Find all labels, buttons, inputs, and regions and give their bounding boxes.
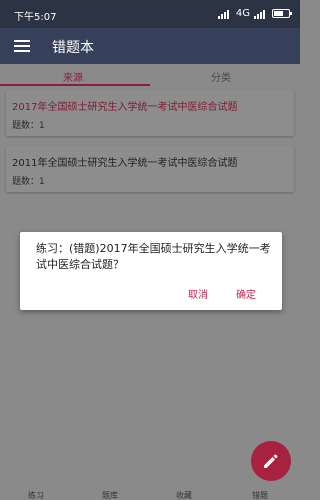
edit-fab-button[interactable] [251,441,291,481]
nav-item-wrong[interactable]: 错题 [252,490,268,500]
pencil-icon [264,454,278,468]
list-item-count: 题数：1 [12,121,45,131]
battery-icon [272,9,292,18]
status-time: 下午5:07 [14,12,57,23]
tab-bar: 来源 分类 [0,64,300,86]
ok-button[interactable]: 确定 [236,286,256,301]
nav-item-practice[interactable]: 练习 [28,490,44,500]
confirm-dialog: 练习：(错题)2017年全国硕士研究生入学统一考试中医综合试题？ 取消 确定 [20,232,282,310]
nav-item-bank[interactable]: 题库 [102,490,118,500]
dialog-message: 练习：(错题)2017年全国硕士研究生入学统一考试中医综合试题？ [36,242,271,271]
signal-icon-2 [254,9,268,19]
list-item[interactable]: 2011年全国硕士研究生入学统一考试中医综合试题 题数：1 [6,146,294,192]
list-item-title: 2011年全国硕士研究生入学统一考试中医综合试题 [12,158,238,169]
menu-icon[interactable] [14,40,30,52]
status-icons: 4G [217,8,292,19]
nav-item-favorites[interactable]: 收藏 [176,490,192,500]
tab-category[interactable]: 分类 [211,69,231,84]
tab-indicator [0,84,150,86]
list-item-title: 2017年全国硕士研究生入学统一考试中医综合试题 [12,102,238,113]
status-bar: 下午5:07 4G [0,0,300,28]
list-item-count: 题数：1 [12,177,45,187]
page-title: 错题本 [52,40,94,56]
app-bar: 错题本 [0,28,300,64]
network-type: 4G [235,8,250,19]
signal-icon [217,9,232,19]
cancel-button[interactable]: 取消 [188,286,208,301]
list-item[interactable]: 2017年全国硕士研究生入学统一考试中医综合试题 题数：1 [6,90,294,136]
tab-source[interactable]: 来源 [63,69,83,84]
bottom-nav: 练习 题库 收藏 错题 [0,490,300,500]
